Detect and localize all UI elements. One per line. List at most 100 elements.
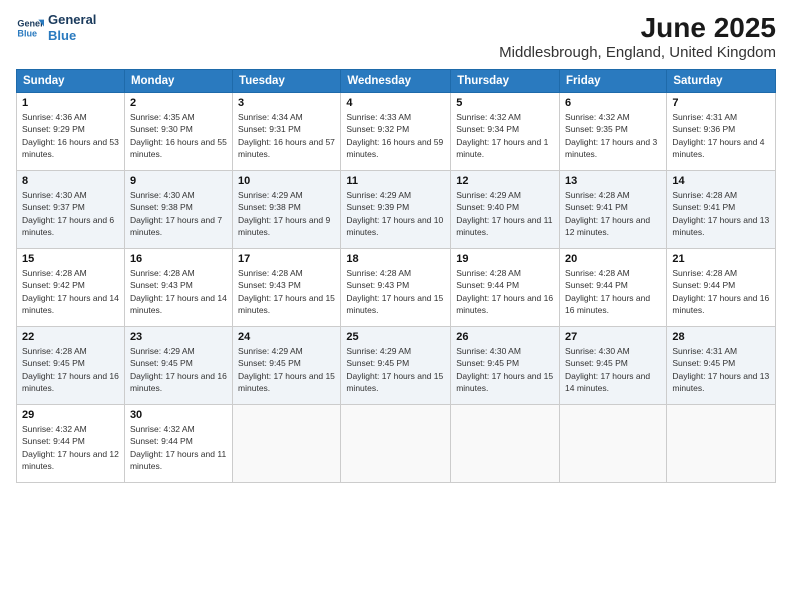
sunset-label: Sunset: 9:39 PM <box>346 202 409 212</box>
calendar-cell: 17 Sunrise: 4:28 AM Sunset: 9:43 PM Dayl… <box>233 249 341 327</box>
calendar-body: 1 Sunrise: 4:36 AM Sunset: 9:29 PM Dayli… <box>17 93 776 483</box>
svg-text:Blue: Blue <box>17 28 37 38</box>
day-number: 1 <box>22 97 119 109</box>
calendar-cell: 19 Sunrise: 4:28 AM Sunset: 9:44 PM Dayl… <box>451 249 560 327</box>
day-info: Sunrise: 4:28 AM Sunset: 9:43 PM Dayligh… <box>238 267 335 316</box>
day-info: Sunrise: 4:28 AM Sunset: 9:44 PM Dayligh… <box>456 267 554 316</box>
day-info: Sunrise: 4:36 AM Sunset: 9:29 PM Dayligh… <box>22 111 119 160</box>
sunrise-label: Sunrise: 4:28 AM <box>565 190 630 200</box>
calendar-cell: 6 Sunrise: 4:32 AM Sunset: 9:35 PM Dayli… <box>560 93 667 171</box>
day-number: 5 <box>456 97 554 109</box>
sunrise-label: Sunrise: 4:29 AM <box>130 346 195 356</box>
day-number: 13 <box>565 175 661 187</box>
sunrise-label: Sunrise: 4:29 AM <box>456 190 521 200</box>
sunset-label: Sunset: 9:34 PM <box>456 124 519 134</box>
day-info: Sunrise: 4:29 AM Sunset: 9:40 PM Dayligh… <box>456 189 554 238</box>
calendar-cell: 25 Sunrise: 4:29 AM Sunset: 9:45 PM Dayl… <box>341 327 451 405</box>
daylight-label: Daylight: 17 hours and 13 minutes. <box>672 215 769 237</box>
header-monday: Monday <box>124 70 232 93</box>
day-number: 9 <box>130 175 227 187</box>
sunset-label: Sunset: 9:32 PM <box>346 124 409 134</box>
day-number: 23 <box>130 331 227 343</box>
sunrise-label: Sunrise: 4:29 AM <box>346 190 411 200</box>
daylight-label: Daylight: 17 hours and 16 minutes. <box>565 293 650 315</box>
day-number: 4 <box>346 97 445 109</box>
day-info: Sunrise: 4:30 AM Sunset: 9:45 PM Dayligh… <box>456 345 554 394</box>
daylight-label: Daylight: 17 hours and 3 minutes. <box>565 137 657 159</box>
calendar-cell: 10 Sunrise: 4:29 AM Sunset: 9:38 PM Dayl… <box>233 171 341 249</box>
sunset-label: Sunset: 9:43 PM <box>346 280 409 290</box>
day-info: Sunrise: 4:28 AM Sunset: 9:41 PM Dayligh… <box>672 189 770 238</box>
daylight-label: Daylight: 17 hours and 14 minutes. <box>130 293 227 315</box>
calendar-cell <box>233 405 341 483</box>
day-number: 22 <box>22 331 119 343</box>
calendar-cell: 22 Sunrise: 4:28 AM Sunset: 9:45 PM Dayl… <box>17 327 125 405</box>
calendar-header-row: SundayMondayTuesdayWednesdayThursdayFrid… <box>17 70 776 93</box>
sunrise-label: Sunrise: 4:30 AM <box>22 190 87 200</box>
day-number: 28 <box>672 331 770 343</box>
sunrise-label: Sunrise: 4:28 AM <box>238 268 303 278</box>
sunrise-label: Sunrise: 4:31 AM <box>672 346 737 356</box>
daylight-label: Daylight: 17 hours and 16 minutes. <box>456 293 553 315</box>
sunrise-label: Sunrise: 4:28 AM <box>22 268 87 278</box>
day-number: 16 <box>130 253 227 265</box>
calendar-cell: 2 Sunrise: 4:35 AM Sunset: 9:30 PM Dayli… <box>124 93 232 171</box>
sunrise-label: Sunrise: 4:35 AM <box>130 112 195 122</box>
day-number: 6 <box>565 97 661 109</box>
calendar-cell <box>667 405 776 483</box>
calendar-cell: 20 Sunrise: 4:28 AM Sunset: 9:44 PM Dayl… <box>560 249 667 327</box>
day-info: Sunrise: 4:29 AM Sunset: 9:45 PM Dayligh… <box>130 345 227 394</box>
calendar-cell: 26 Sunrise: 4:30 AM Sunset: 9:45 PM Dayl… <box>451 327 560 405</box>
daylight-label: Daylight: 17 hours and 15 minutes. <box>456 371 553 393</box>
sunset-label: Sunset: 9:41 PM <box>672 202 735 212</box>
day-number: 19 <box>456 253 554 265</box>
day-info: Sunrise: 4:30 AM Sunset: 9:45 PM Dayligh… <box>565 345 661 394</box>
day-info: Sunrise: 4:30 AM Sunset: 9:38 PM Dayligh… <box>130 189 227 238</box>
sunset-label: Sunset: 9:43 PM <box>238 280 301 290</box>
sunset-label: Sunset: 9:45 PM <box>130 358 193 368</box>
day-number: 3 <box>238 97 335 109</box>
sunrise-label: Sunrise: 4:31 AM <box>672 112 737 122</box>
calendar-cell: 16 Sunrise: 4:28 AM Sunset: 9:43 PM Dayl… <box>124 249 232 327</box>
calendar-cell: 21 Sunrise: 4:28 AM Sunset: 9:44 PM Dayl… <box>667 249 776 327</box>
sunrise-label: Sunrise: 4:33 AM <box>346 112 411 122</box>
day-info: Sunrise: 4:28 AM Sunset: 9:45 PM Dayligh… <box>22 345 119 394</box>
sunrise-label: Sunrise: 4:28 AM <box>456 268 521 278</box>
day-info: Sunrise: 4:29 AM Sunset: 9:45 PM Dayligh… <box>346 345 445 394</box>
daylight-label: Daylight: 17 hours and 7 minutes. <box>130 215 222 237</box>
day-number: 27 <box>565 331 661 343</box>
daylight-label: Daylight: 17 hours and 6 minutes. <box>22 215 114 237</box>
daylight-label: Daylight: 17 hours and 15 minutes. <box>346 293 443 315</box>
header: General Blue GeneralBlue June 2025 Middl… <box>16 12 776 61</box>
day-info: Sunrise: 4:32 AM Sunset: 9:44 PM Dayligh… <box>22 423 119 472</box>
daylight-label: Daylight: 17 hours and 1 minute. <box>456 137 548 159</box>
day-info: Sunrise: 4:29 AM Sunset: 9:39 PM Dayligh… <box>346 189 445 238</box>
day-number: 12 <box>456 175 554 187</box>
header-saturday: Saturday <box>667 70 776 93</box>
day-info: Sunrise: 4:31 AM Sunset: 9:36 PM Dayligh… <box>672 111 770 160</box>
sunrise-label: Sunrise: 4:34 AM <box>238 112 303 122</box>
logo-icon: General Blue <box>16 14 44 42</box>
header-friday: Friday <box>560 70 667 93</box>
sunset-label: Sunset: 9:38 PM <box>130 202 193 212</box>
sunset-label: Sunset: 9:41 PM <box>565 202 628 212</box>
daylight-label: Daylight: 16 hours and 59 minutes. <box>346 137 443 159</box>
daylight-label: Daylight: 17 hours and 10 minutes. <box>346 215 443 237</box>
day-number: 26 <box>456 331 554 343</box>
sunset-label: Sunset: 9:36 PM <box>672 124 735 134</box>
sunrise-label: Sunrise: 4:30 AM <box>565 346 630 356</box>
sunrise-label: Sunrise: 4:30 AM <box>456 346 521 356</box>
calendar-cell: 18 Sunrise: 4:28 AM Sunset: 9:43 PM Dayl… <box>341 249 451 327</box>
calendar-table: SundayMondayTuesdayWednesdayThursdayFrid… <box>16 69 776 483</box>
day-info: Sunrise: 4:29 AM Sunset: 9:45 PM Dayligh… <box>238 345 335 394</box>
day-number: 25 <box>346 331 445 343</box>
sunset-label: Sunset: 9:45 PM <box>456 358 519 368</box>
calendar-cell: 9 Sunrise: 4:30 AM Sunset: 9:38 PM Dayli… <box>124 171 232 249</box>
sunset-label: Sunset: 9:43 PM <box>130 280 193 290</box>
day-number: 30 <box>130 409 227 421</box>
daylight-label: Daylight: 17 hours and 15 minutes. <box>346 371 443 393</box>
header-tuesday: Tuesday <box>233 70 341 93</box>
calendar-cell <box>451 405 560 483</box>
logo: General Blue GeneralBlue <box>16 12 96 43</box>
day-info: Sunrise: 4:28 AM Sunset: 9:42 PM Dayligh… <box>22 267 119 316</box>
